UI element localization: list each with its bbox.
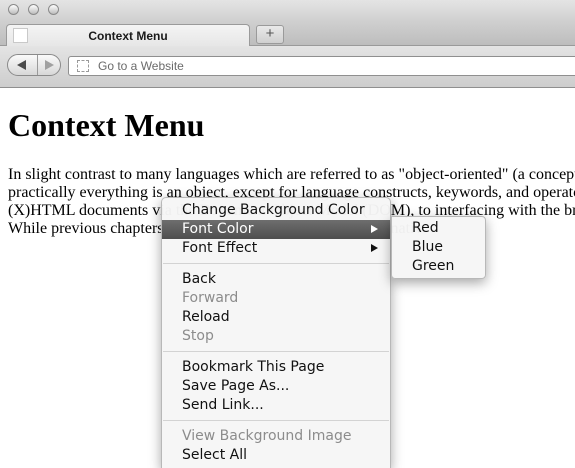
zoom-window-button[interactable]: [48, 4, 59, 15]
menu-item-view-background-image: View Background Image: [182, 428, 352, 444]
menu-item-forward: Forward: [182, 290, 239, 306]
menu-item-label: Font Effect: [182, 240, 258, 256]
nav-buttons: [7, 54, 61, 76]
page-placeholder-icon: [77, 60, 89, 72]
menu-separator: [163, 420, 389, 421]
paragraph-line: In slight contrast to many languages whi…: [8, 166, 575, 183]
menu-separator: [163, 351, 389, 352]
tab-strip: Context Menu +: [0, 22, 575, 47]
menu-separator: [163, 263, 389, 264]
context-menu: Change Background Color Font Color Font …: [161, 197, 391, 468]
submenu-item-red[interactable]: Red: [392, 219, 485, 238]
back-arrow-icon[interactable]: [8, 55, 38, 75]
window-titlebar: [0, 0, 575, 22]
submenu-arrow-icon: [371, 244, 378, 252]
submenu-arrow-icon: [371, 225, 378, 233]
page-title: Context Menu: [8, 107, 205, 143]
new-tab-button[interactable]: +: [256, 25, 284, 44]
menu-item-save-page-as[interactable]: Save Page As...: [162, 377, 390, 396]
menu-item-back[interactable]: Back: [162, 270, 390, 289]
close-window-button[interactable]: [8, 4, 19, 15]
submenu-item-green[interactable]: Green: [392, 257, 485, 276]
tab-title: Context Menu: [88, 29, 168, 43]
forward-arrow-icon[interactable]: [38, 55, 60, 75]
menu-item-change-background-color[interactable]: Change Background Color: [162, 201, 390, 220]
minimize-window-button[interactable]: [28, 4, 39, 15]
menu-item-bookmark-page[interactable]: Bookmark This Page: [162, 358, 390, 377]
address-bar-placeholder: Go to a Website: [98, 59, 184, 73]
submenu-item-blue[interactable]: Blue: [392, 238, 485, 257]
menu-item-reload[interactable]: Reload: [162, 308, 390, 327]
menu-item-send-link[interactable]: Send Link...: [162, 396, 390, 415]
address-bar[interactable]: Go to a Website: [68, 56, 575, 76]
tab-context-menu[interactable]: Context Menu: [6, 24, 250, 47]
menu-item-select-all[interactable]: Select All: [162, 446, 390, 465]
menu-item-label: Font Color: [182, 221, 254, 237]
menu-item-stop: Stop: [182, 328, 214, 344]
menu-item-font-color[interactable]: Font Color: [162, 220, 390, 239]
browser-toolbar: Go to a Website: [0, 46, 575, 88]
menu-item-font-effect[interactable]: Font Effect: [162, 239, 390, 258]
font-color-submenu: Red Blue Green: [391, 216, 486, 279]
